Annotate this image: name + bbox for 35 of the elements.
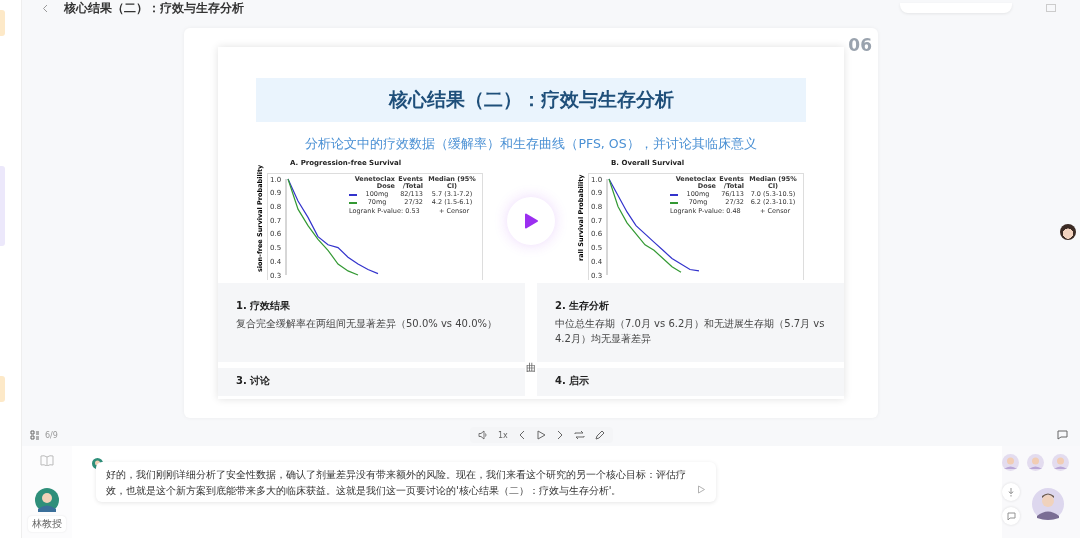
window-icon[interactable]	[1046, 4, 1056, 12]
page-counter: 6/9	[45, 430, 58, 440]
page-title: 核心结果（二）：疗效与生存分析	[64, 0, 244, 17]
chart-caption: 曲	[526, 361, 536, 375]
card-title: 1. 疗效结果	[236, 299, 292, 313]
play-icon[interactable]	[697, 485, 706, 494]
chat-button[interactable]	[1002, 507, 1020, 525]
user-avatar-icon[interactable]	[1032, 488, 1064, 520]
card-text: 复合完全缓解率在两组间无显著差异（50.0% vs 40.0%）	[236, 317, 499, 331]
card-text: 中位总生存期（7.0月 vs 6.2月）和无进展生存期（5.7月 vs 4.2月）均无显著差异	[555, 317, 826, 346]
speed-button[interactable]: 1x	[498, 430, 508, 440]
previous-icon[interactable]	[517, 430, 526, 440]
pencil-icon[interactable]	[594, 430, 605, 440]
book-icon[interactable]	[40, 454, 54, 466]
list-icon[interactable]	[30, 430, 40, 440]
card-title: 4. 启示	[555, 374, 591, 388]
play-icon	[523, 213, 539, 229]
repeat-icon[interactable]	[573, 430, 585, 440]
message-text: 好的，我们刚刚详细分析了安全性数据，确认了剂量差异没有带来额外的风险。现在，我们来看这个研究的另一个核心目标：评估疗效，也就是这个新方案到底能带来多大的临床获益。这就是我们这一页要讨论的'核心结果（二）：疗效与生存分析'。	[106, 468, 687, 498]
slide-number: 06	[848, 35, 872, 55]
volume-icon[interactable]	[478, 430, 488, 440]
avatar-icon	[35, 488, 59, 512]
slide-subtitle: 分析论文中的疗效数据（缓解率）和生存曲线（PFS, OS），并讨论其临床意义	[304, 136, 758, 153]
card-title: 2. 生存分析	[555, 299, 611, 313]
play-icon[interactable]	[535, 430, 546, 440]
slide-title: 核心结果（二）：疗效与生存分析	[256, 78, 806, 122]
speaker-name: 林教授	[28, 516, 66, 532]
chat-icon[interactable]	[1057, 430, 1068, 440]
avatar-icon[interactable]	[1060, 224, 1076, 240]
chat-icon	[1006, 511, 1016, 521]
card-title: 3. 讨论	[236, 374, 272, 388]
back-icon[interactable]	[42, 3, 48, 13]
microphone-button[interactable]	[1002, 483, 1020, 501]
next-icon[interactable]	[555, 430, 564, 440]
play-button[interactable]	[507, 197, 555, 245]
